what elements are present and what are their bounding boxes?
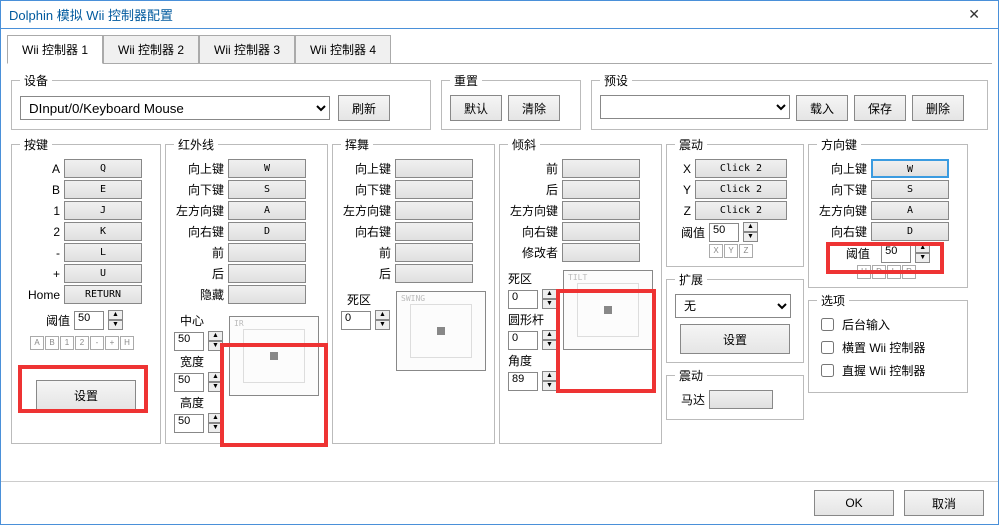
preset-legend: 预设	[600, 72, 632, 89]
option-background-input[interactable]: 后台输入	[817, 315, 959, 334]
save-button[interactable]: 保存	[854, 95, 906, 121]
key-binding[interactable]	[395, 180, 473, 199]
tab-wiimote-4[interactable]: Wii 控制器 4	[295, 35, 391, 64]
delete-button[interactable]: 删除	[912, 95, 964, 121]
key-binding[interactable]: Click 2	[695, 180, 787, 199]
default-button[interactable]: 默认	[450, 95, 502, 121]
extension-select[interactable]: 无	[675, 294, 791, 318]
cancel-button[interactable]: 取消	[904, 490, 984, 516]
key-binding[interactable]: S	[871, 180, 949, 199]
key-binding[interactable]: W	[228, 159, 306, 178]
key-binding[interactable]: E	[64, 180, 142, 199]
close-icon[interactable]: ✕	[958, 2, 990, 27]
key-binding[interactable]: W	[871, 159, 949, 178]
refresh-button[interactable]: 刷新	[338, 95, 390, 121]
ir-legend: 红外线	[174, 136, 218, 153]
rumble-legend: 震动	[675, 136, 707, 153]
motor-legend: 震动	[675, 367, 707, 384]
buttons-threshold-label: 阈值	[20, 312, 70, 329]
key-binding[interactable]	[395, 201, 473, 220]
key-binding[interactable]: K	[64, 222, 142, 241]
key-binding[interactable]: L	[64, 243, 142, 262]
buttons-settings-button[interactable]: 设置	[36, 380, 136, 410]
buttons-legend: 按键	[20, 136, 52, 153]
load-button[interactable]: 载入	[796, 95, 848, 121]
key-binding[interactable]	[395, 243, 473, 262]
device-select[interactable]: DInput/0/Keyboard Mouse	[20, 96, 330, 120]
swing-legend: 挥舞	[341, 136, 373, 153]
key-binding[interactable]: A	[871, 201, 949, 220]
reset-legend: 重置	[450, 72, 482, 89]
tilt-legend: 倾斜	[508, 136, 540, 153]
extension-legend: 扩展	[675, 271, 707, 288]
key-binding[interactable]	[395, 264, 473, 283]
tilt-pad[interactable]: TILT	[563, 270, 653, 350]
clear-button[interactable]: 清除	[508, 95, 560, 121]
titlebar: Dolphin 模拟 Wii 控制器配置 ✕	[1, 1, 998, 29]
tab-panel: 设备 DInput/0/Keyboard Mouse 刷新 重置 默认 清除 预…	[7, 63, 992, 481]
spin-down[interactable]: ▼	[108, 320, 123, 330]
option-sideways-wiimote[interactable]: 横置 Wii 控制器	[817, 338, 959, 357]
key-binding[interactable]	[228, 264, 306, 283]
key-binding[interactable]: Q	[64, 159, 142, 178]
key-binding[interactable]	[395, 159, 473, 178]
footer: OK 取消	[1, 481, 998, 524]
key-binding[interactable]	[228, 243, 306, 262]
tab-wiimote-2[interactable]: Wii 控制器 2	[103, 35, 199, 64]
tab-wiimote-1[interactable]: Wii 控制器 1	[7, 35, 103, 64]
key-binding[interactable]: S	[228, 180, 306, 199]
motor-button[interactable]	[709, 390, 773, 409]
ok-button[interactable]: OK	[814, 490, 894, 516]
key-binding[interactable]: Click 2	[695, 159, 787, 178]
key-binding[interactable]: J	[64, 201, 142, 220]
key-binding[interactable]	[562, 159, 640, 178]
key-binding[interactable]	[562, 201, 640, 220]
swing-pad[interactable]: SWING	[396, 291, 486, 371]
key-binding[interactable]: RETURN	[64, 285, 142, 304]
key-binding[interactable]: U	[64, 264, 142, 283]
key-binding[interactable]	[562, 222, 640, 241]
key-binding[interactable]	[395, 222, 473, 241]
key-binding[interactable]: A	[228, 201, 306, 220]
buttons-threshold-value[interactable]: 50	[74, 311, 104, 330]
key-binding[interactable]: D	[228, 222, 306, 241]
dpad-legend: 方向键	[817, 136, 861, 153]
preset-select[interactable]	[600, 95, 790, 119]
key-binding[interactable]: Click 2	[695, 201, 787, 220]
key-binding[interactable]	[228, 285, 306, 304]
key-binding[interactable]	[562, 180, 640, 199]
extension-settings-button[interactable]: 设置	[680, 324, 790, 354]
spin-up[interactable]: ▲	[108, 310, 123, 320]
device-legend: 设备	[20, 72, 52, 89]
key-binding[interactable]	[562, 243, 640, 262]
ir-pad[interactable]: IR	[229, 316, 319, 396]
option-upright-wiimote[interactable]: 直握 Wii 控制器	[817, 361, 959, 380]
window-title: Dolphin 模拟 Wii 控制器配置	[9, 5, 173, 24]
key-binding[interactable]: D	[871, 222, 949, 241]
tabs: Wii 控制器 1 Wii 控制器 2 Wii 控制器 3 Wii 控制器 4	[1, 29, 998, 64]
tab-wiimote-3[interactable]: Wii 控制器 3	[199, 35, 295, 64]
options-legend: 选项	[817, 292, 849, 309]
